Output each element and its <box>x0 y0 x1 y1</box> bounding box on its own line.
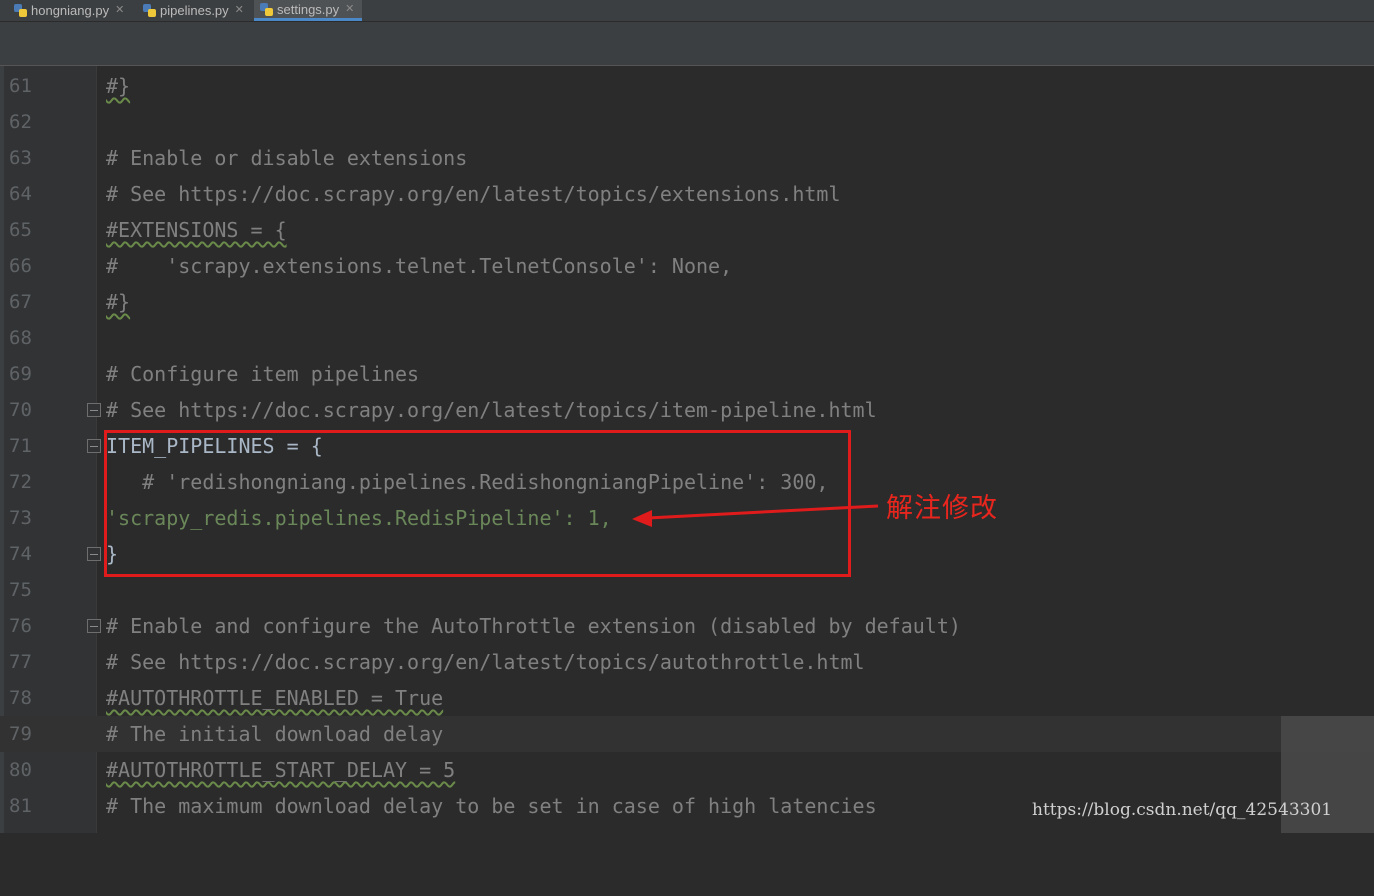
code-line[interactable]: 66 # 'scrapy.extensions.telnet.TelnetCon… <box>0 248 1374 284</box>
code-line[interactable]: 75 <box>0 572 1374 608</box>
code-line[interactable]: 65 #EXTENSIONS = { <box>0 212 1374 248</box>
code-text: #AUTOTHROTTLE_ENABLED = True <box>106 686 444 710</box>
code-text: # See https://doc.scrapy.org/en/latest/t… <box>106 182 841 206</box>
tab-label: pipelines.py <box>160 3 229 18</box>
editor-toolbar-strip <box>0 22 1374 66</box>
line-number: 64 <box>9 183 32 205</box>
line-number: 68 <box>9 327 32 349</box>
close-icon[interactable]: ✕ <box>345 0 354 19</box>
line-number: 61 <box>9 75 32 97</box>
close-icon[interactable]: ✕ <box>235 1 244 20</box>
line-number: 63 <box>9 147 32 169</box>
code-text: # Enable and configure the AutoThrottle … <box>106 614 961 638</box>
python-file-icon <box>260 2 273 16</box>
code-text: #} <box>106 74 131 98</box>
editor-tab-bar: hongniang.py ✕ pipelines.py ✕ settings.p… <box>0 0 1374 22</box>
line-number: 79 <box>9 723 32 745</box>
code-text: # See https://doc.scrapy.org/en/latest/t… <box>106 398 877 422</box>
tab-label: hongniang.py <box>31 3 110 18</box>
code-text: # The maximum download delay to be set i… <box>106 794 877 818</box>
tab-hongniang[interactable]: hongniang.py ✕ <box>8 0 124 21</box>
fold-marker-icon[interactable] <box>87 439 101 453</box>
python-file-icon <box>143 4 156 17</box>
line-number: 74 <box>9 543 32 565</box>
code-line-current[interactable]: 79 # The initial download delay <box>0 716 1374 752</box>
code-line[interactable]: 77 # See https://doc.scrapy.org/en/lates… <box>0 644 1374 680</box>
code-text: #AUTOTHROTTLE_START_DELAY = 5 <box>106 758 456 782</box>
code-line[interactable]: 62 <box>0 104 1374 140</box>
tab-settings[interactable]: settings.py ✕ <box>254 0 362 21</box>
annotation-arrow-icon <box>632 504 879 527</box>
line-number: 70 <box>9 399 32 421</box>
line-number: 77 <box>9 651 32 673</box>
fold-marker-icon[interactable] <box>87 547 101 561</box>
code-text: # See https://doc.scrapy.org/en/latest/t… <box>106 650 865 674</box>
code-text: # Configure item pipelines <box>106 362 420 386</box>
line-number: 65 <box>9 219 32 241</box>
code-line[interactable]: 61 #} <box>0 68 1374 104</box>
line-number: 67 <box>9 291 32 313</box>
code-text: # 'scrapy.extensions.telnet.TelnetConsol… <box>106 254 733 278</box>
line-number: 80 <box>9 759 32 781</box>
line-number: 73 <box>9 507 32 529</box>
code-text: # The initial download delay <box>106 722 444 746</box>
close-icon[interactable]: ✕ <box>115 1 124 20</box>
line-number: 75 <box>9 579 32 601</box>
code-text: #EXTENSIONS = { <box>106 218 287 242</box>
tab-pipelines[interactable]: pipelines.py ✕ <box>137 0 244 21</box>
code-text: # Enable or disable extensions <box>106 146 468 170</box>
code-text: #} <box>106 290 131 314</box>
line-number: 66 <box>9 255 32 277</box>
line-number: 81 <box>9 795 32 817</box>
line-number: 62 <box>9 111 32 133</box>
watermark: https://blog.csdn.net/qq_42543301 <box>1032 800 1333 820</box>
line-number: 69 <box>9 363 32 385</box>
line-number: 78 <box>9 687 32 709</box>
code-line[interactable]: 67 #} <box>0 284 1374 320</box>
code-line[interactable]: 70 # See https://doc.scrapy.org/en/lates… <box>0 392 1374 428</box>
line-number: 76 <box>9 615 32 637</box>
python-file-icon <box>14 4 27 17</box>
code-line[interactable]: 76 # Enable and configure the AutoThrott… <box>0 608 1374 644</box>
line-number: 72 <box>9 471 32 493</box>
tab-label: settings.py <box>277 1 340 17</box>
code-line[interactable]: 63 # Enable or disable extensions <box>0 140 1374 176</box>
annotation-label: 解注修改 <box>886 493 998 524</box>
code-line[interactable]: 69 # Configure item pipelines <box>0 356 1374 392</box>
code-line[interactable]: 80 #AUTOTHROTTLE_START_DELAY = 5 <box>0 752 1374 788</box>
fold-marker-icon[interactable] <box>87 403 101 417</box>
code-line[interactable]: 78 #AUTOTHROTTLE_ENABLED = True <box>0 680 1374 716</box>
fold-marker-icon[interactable] <box>87 619 101 633</box>
line-number: 71 <box>9 435 32 457</box>
code-line[interactable]: 68 <box>0 320 1374 356</box>
code-line[interactable]: 64 # See https://doc.scrapy.org/en/lates… <box>0 176 1374 212</box>
